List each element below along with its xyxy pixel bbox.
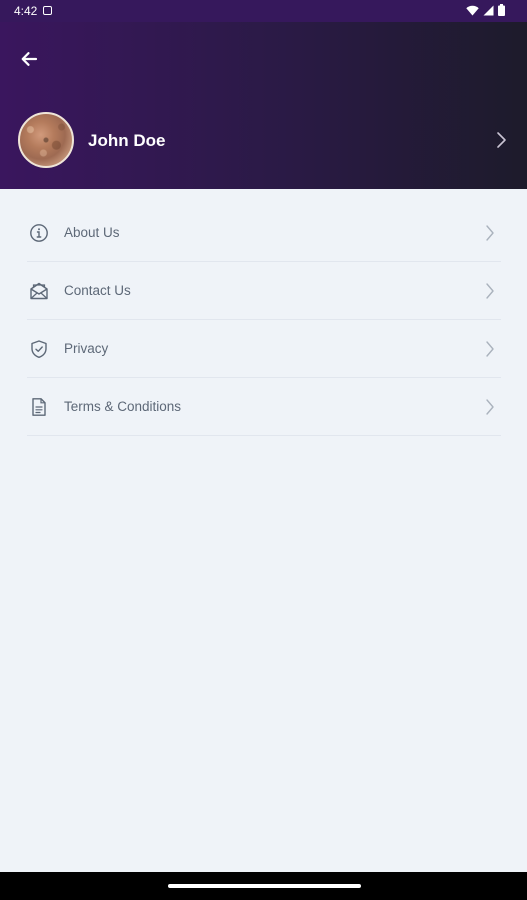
menu-item-contact-us[interactable]: Contact Us [27,262,501,320]
chevron-right-icon [486,283,494,299]
status-icons [466,4,505,16]
document-icon [27,395,51,419]
back-button[interactable] [14,44,44,74]
system-nav-bar [0,872,527,900]
profile-name: John Doe [88,131,166,150]
menu-item-about-us[interactable]: About Us [27,204,501,262]
info-circle-icon [27,221,51,245]
shield-check-icon [27,337,51,361]
battery-icon [498,4,505,16]
chevron-right-icon [497,132,506,148]
wifi-icon [466,5,479,15]
avatar-texture [20,114,72,166]
menu-item-label: About Us [64,225,120,240]
menu-item-privacy[interactable]: Privacy [27,320,501,378]
home-gesture-handle[interactable] [168,884,361,888]
profile-row[interactable]: John Doe [0,110,527,172]
menu-item-terms-conditions[interactable]: Terms & Conditions [27,378,501,436]
arrow-left-icon [21,52,38,66]
chevron-right-icon [486,399,494,415]
menu-item-label: Terms & Conditions [64,399,182,414]
notification-app-icon [43,6,52,15]
status-bar: 4:42 [0,0,527,22]
menu-item-label: Privacy [64,341,109,356]
chevron-right-icon [486,225,494,241]
status-time: 4:42 [14,4,38,18]
mail-open-icon [27,279,51,303]
avatar [18,112,74,168]
cellular-icon [483,5,494,15]
profile-header: John Doe [0,22,527,189]
chevron-right-icon [486,341,494,357]
menu-item-label: Contact Us [64,283,131,298]
settings-screen: 4:42 John Doe About Us Contact Us Privac… [0,0,527,900]
menu-list: About Us Contact Us Privacy Terms & Cond… [27,204,501,436]
